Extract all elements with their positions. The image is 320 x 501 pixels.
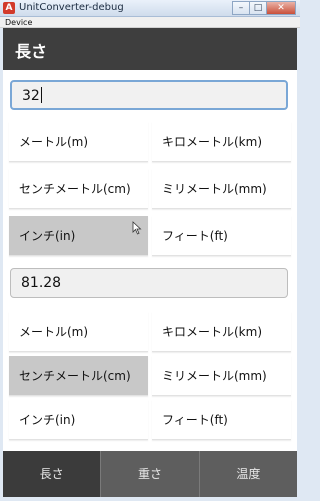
- window-frame-right: [297, 28, 300, 501]
- from-unit-foot[interactable]: フィート(ft): [152, 216, 291, 256]
- minimize-button[interactable]: –: [232, 1, 249, 15]
- menu-item-device[interactable]: Device: [5, 17, 32, 28]
- to-unit-inch[interactable]: インチ(in): [9, 400, 148, 440]
- to-unit-centimeter[interactable]: センチメートル(cm): [9, 356, 148, 396]
- app-screen: 長さ 32 メートル(m) キロメートル(km) センチメートル(cm) ミリメ…: [3, 28, 297, 497]
- menu-bar: Device: [0, 17, 300, 28]
- tab-weight[interactable]: 重さ: [100, 451, 198, 497]
- to-unit-kilometer[interactable]: キロメートル(km): [152, 312, 291, 352]
- app-icon: A: [3, 2, 15, 14]
- tab-temperature[interactable]: 温度: [198, 451, 297, 497]
- value-input[interactable]: 32: [10, 80, 288, 110]
- window-title: UnitConverter-debug: [19, 2, 124, 13]
- from-unit-kilometer[interactable]: キロメートル(km): [152, 122, 291, 162]
- maximize-button[interactable]: □: [249, 1, 266, 15]
- to-unit-millimeter[interactable]: ミリメートル(mm): [152, 356, 291, 396]
- text-caret: [40, 87, 42, 103]
- tab-length[interactable]: 長さ: [3, 451, 101, 497]
- from-unit-centimeter[interactable]: センチメートル(cm): [9, 169, 148, 209]
- page-title: 長さ: [15, 42, 48, 61]
- result-output: 81.28: [10, 268, 288, 298]
- value-input-text: 32: [22, 88, 40, 104]
- from-unit-inch[interactable]: インチ(in): [9, 216, 148, 256]
- close-button[interactable]: ✕: [266, 1, 296, 15]
- from-unit-millimeter[interactable]: ミリメートル(mm): [152, 169, 291, 209]
- bottom-tab-bar: 長さ 重さ 温度: [3, 451, 297, 497]
- window-controls: – □ ✕: [232, 1, 296, 15]
- app-header: 長さ: [3, 28, 297, 70]
- to-unit-foot[interactable]: フィート(ft): [152, 400, 291, 440]
- window-titlebar: A UnitConverter-debug – □ ✕: [0, 0, 300, 17]
- mouse-pointer-icon: [132, 221, 142, 235]
- to-unit-meter[interactable]: メートル(m): [9, 312, 148, 352]
- window-frame-bottom: [0, 497, 300, 501]
- from-unit-meter[interactable]: メートル(m): [9, 122, 148, 162]
